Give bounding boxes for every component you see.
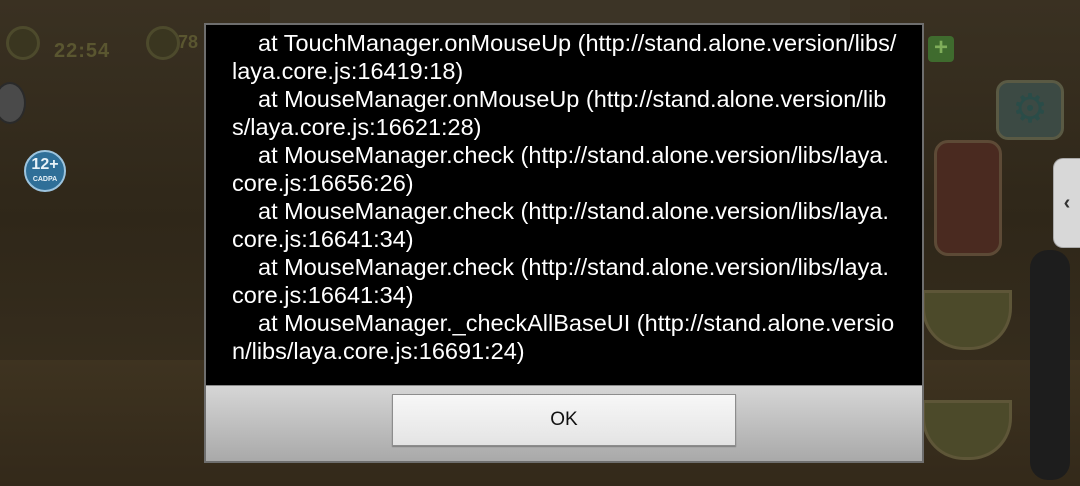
clock-icon <box>6 26 40 60</box>
error-dialog: at TouchManager.onMouseUp (http://stand.… <box>204 23 924 463</box>
stack-trace-line: at MouseManager.check (http://stand.alon… <box>232 198 889 252</box>
error-message: at TouchManager.onMouseUp (http://stand.… <box>206 25 922 387</box>
side-panel-tab[interactable]: ‹ <box>1053 158 1080 248</box>
jar-item <box>934 140 1002 256</box>
smile-icon <box>146 26 180 60</box>
side-pole <box>1030 250 1070 480</box>
plus-icon[interactable]: + <box>928 36 954 62</box>
ok-button[interactable]: OK <box>392 394 736 446</box>
stack-trace-line: at TouchManager.onMouseUp (http://stand.… <box>232 30 897 84</box>
age-rating-badge: 12+ CADPA <box>24 150 66 192</box>
score-text: 78 <box>178 32 199 52</box>
dialog-footer: OK <box>206 385 922 461</box>
stack-trace-line: at MouseManager._checkAllBaseUI (http://… <box>232 310 895 364</box>
gear-icon[interactable]: ⚙ <box>996 80 1064 140</box>
timer-text: 22:54 <box>54 40 111 62</box>
chevron-left-icon: ‹ <box>1063 191 1071 214</box>
stack-trace-line: at MouseManager.onMouseUp (http://stand.… <box>232 86 887 140</box>
chat-icon[interactable] <box>0 82 26 124</box>
age-rating-sub: CADPA <box>32 176 58 183</box>
age-rating-text: 12+ <box>31 156 59 173</box>
stack-trace-line: at MouseManager.check (http://stand.alon… <box>232 254 889 308</box>
stack-trace-line: at MouseManager.check (http://stand.alon… <box>232 142 889 196</box>
bowl-item <box>922 290 1012 350</box>
